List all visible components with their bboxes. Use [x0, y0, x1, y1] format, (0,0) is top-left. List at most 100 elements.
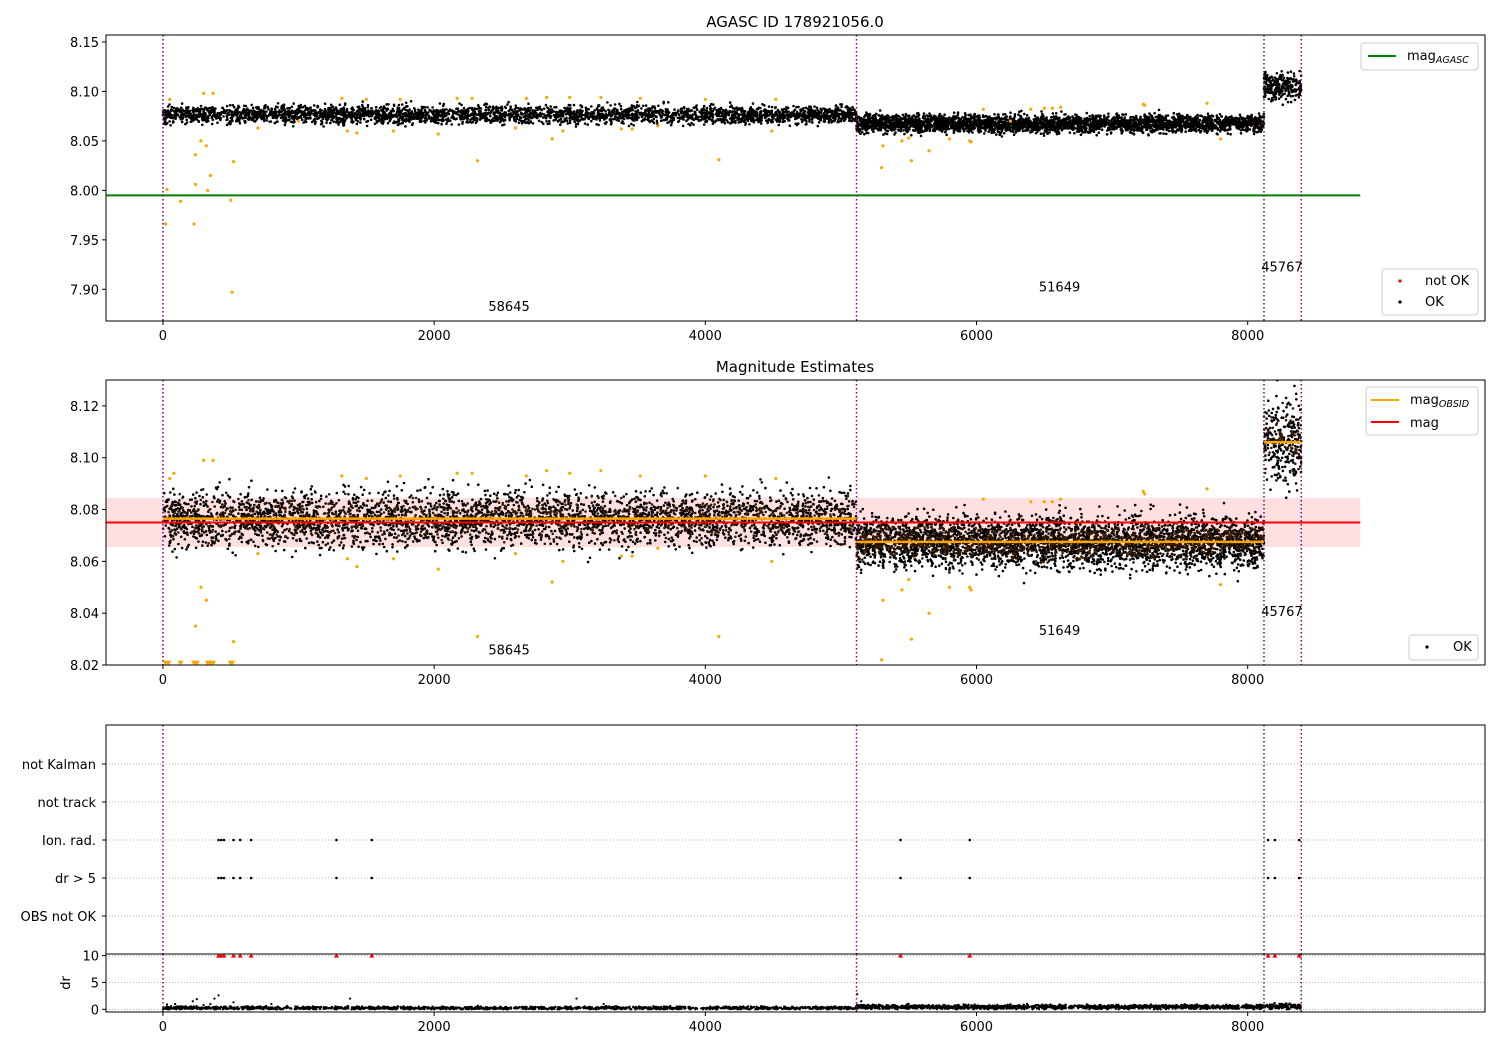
dr-points-2	[1263, 1001, 1302, 1011]
estimates-outlier-32	[770, 559, 774, 563]
dr-extra-20	[1070, 1004, 1073, 1008]
agasc-outlier-55	[1042, 106, 1046, 110]
agasc-outlier-35	[619, 127, 623, 131]
estimates-obsid-label-0: 58645	[488, 644, 529, 659]
estimates-outlier-44	[1029, 500, 1033, 504]
estimates-panel: Magnitude Estimates 8.02 8.04 8.06 8.08 8.10…	[70, 358, 1486, 688]
agasc-outlier-49	[947, 137, 952, 141]
flag-point-0-4	[238, 838, 242, 842]
agasc-outlier-57	[1058, 105, 1063, 109]
flags-category-labels: not Kalman not track Ion. rad. dr > 5 OBS no…	[21, 758, 97, 925]
flag-point-1-0	[217, 876, 220, 880]
agasc-outlier-42	[774, 97, 778, 101]
estimates-outlier-26	[619, 554, 623, 558]
estimates-legend-lower: OK	[1408, 634, 1479, 661]
estimates-legend-ok-marker	[1425, 645, 1429, 649]
agasc-outlier-31	[550, 137, 554, 141]
estimates-outlier-35	[881, 598, 885, 602]
estimates-xticks-label-2: 4000	[689, 673, 722, 688]
flags-plot-area	[106, 725, 1485, 954]
agasc-panel: AGASC ID 178921056.0 7.90 7.95 8.00 8.05 8.1…	[70, 13, 1486, 344]
estimates-xticks-label-3: 6000	[960, 673, 993, 688]
estimates-outlier-7	[231, 640, 236, 644]
dr-extra-2	[174, 1002, 177, 1006]
estimates-outlier-19	[513, 551, 518, 556]
flag-point-1-11	[1273, 876, 1277, 880]
estimates-outlier-10	[345, 557, 349, 561]
flag-point-0-12	[1297, 838, 1301, 842]
estimates-outlier-37	[907, 577, 911, 582]
dr-xticks-label-0: 0	[159, 1020, 167, 1035]
agasc-legend-upper: magAGASC	[1360, 42, 1479, 71]
flag-point-0-11	[1273, 838, 1277, 842]
agasc-outlier-11	[208, 173, 213, 178]
estimates-outlier-38	[909, 637, 914, 641]
estimates-legend-upper: magOBSID mag	[1365, 386, 1479, 436]
dr-extra-15	[575, 997, 578, 1000]
dr-xticks-label-3: 6000	[960, 1020, 993, 1035]
estimates-outlier-49	[1143, 492, 1147, 496]
estimates-legend-obsid-sub: OBSID	[1439, 399, 1469, 410]
agasc-yticks-label-5: 8.15	[70, 36, 99, 51]
estimates-outlier-16	[455, 471, 459, 475]
estimates-outlier-42	[969, 588, 973, 592]
agasc-title: AGASC ID 178921056.0	[706, 13, 884, 31]
estimates-outlier-11	[355, 564, 359, 569]
agasc-outlier-44	[881, 144, 885, 148]
agasc-outlier-52	[981, 107, 985, 111]
agasc-xticks-label-3: 6000	[960, 329, 993, 344]
flag-point-0-7	[370, 838, 374, 842]
estimates-outlier-36	[900, 588, 904, 592]
agasc-outlier-4	[192, 222, 196, 226]
agasc-outlier-53	[1008, 119, 1013, 123]
flag-point-0-8	[899, 838, 902, 842]
agasc-outlier-37	[638, 96, 642, 100]
agasc-xticks-label-0: 0	[159, 329, 167, 344]
agasc-outlier-38	[656, 124, 660, 128]
flags-panel: not Kalman not track Ion. rad. dr > 5 OBS no…	[21, 725, 1485, 954]
agasc-outlier-8	[202, 91, 206, 95]
estimates-xticks: 0 2000 4000 6000 8000	[159, 665, 1264, 688]
dr-extra-8	[213, 997, 216, 1000]
estimates-outlier-22	[550, 580, 554, 584]
estimates-legend-ok-label: OK	[1453, 640, 1472, 655]
flag-point-0-0	[217, 838, 220, 842]
estimates-outlier-14	[398, 474, 402, 478]
agasc-outlier-60	[1205, 101, 1209, 105]
flag-point-1-7	[370, 876, 374, 880]
dr-xticks-label-1: 2000	[418, 1020, 451, 1035]
dr-yticks-label-1: 5	[91, 976, 99, 991]
dr-yticks-label-0: 0	[91, 1003, 99, 1018]
dr-extra-5	[195, 998, 198, 1001]
agasc-yticks-label-3: 8.05	[70, 135, 99, 150]
estimates-obsid-label-1: 51649	[1039, 624, 1080, 639]
flags-category-2: Ion. rad.	[42, 834, 96, 849]
agasc-outlier-2	[168, 97, 172, 101]
agasc-outlier-14	[230, 290, 234, 294]
estimates-yticks-label-0: 8.02	[70, 659, 99, 674]
dr-extra-6	[202, 1003, 205, 1007]
estimates-legend-obsid-label: mag	[1410, 393, 1439, 408]
agasc-outlier-18	[340, 96, 344, 100]
estimates-outlier-0	[168, 476, 172, 481]
agasc-outlier-36	[630, 127, 634, 131]
agasc-outlier-47	[909, 159, 914, 163]
estimates-outlier-33	[774, 476, 778, 481]
agasc-outlier-24	[436, 132, 440, 136]
agasc-obsid-label-2: 45767	[1261, 261, 1302, 276]
agasc-yticks-label-1: 7.95	[70, 234, 99, 249]
estimates-yticks-label-2: 8.06	[70, 555, 99, 570]
dr-extra-16	[602, 1002, 605, 1006]
flag-point-1-10	[1266, 876, 1270, 880]
agasc-outlier-43	[880, 166, 884, 170]
estimates-outlier-46	[1050, 500, 1055, 504]
agasc-outlier-13	[229, 198, 233, 202]
agasc-legend-sub: AGASC	[1435, 55, 1469, 66]
flag-point-0-3	[232, 838, 235, 842]
agasc-outlier-33	[568, 95, 572, 99]
dr-extra-9	[217, 994, 220, 997]
agasc-xticks-label-4: 8000	[1231, 329, 1264, 344]
flags-category-4: OBS not OK	[21, 910, 97, 925]
dr-extra-0	[165, 1003, 169, 1006]
agasc-outlier-23	[398, 97, 402, 101]
